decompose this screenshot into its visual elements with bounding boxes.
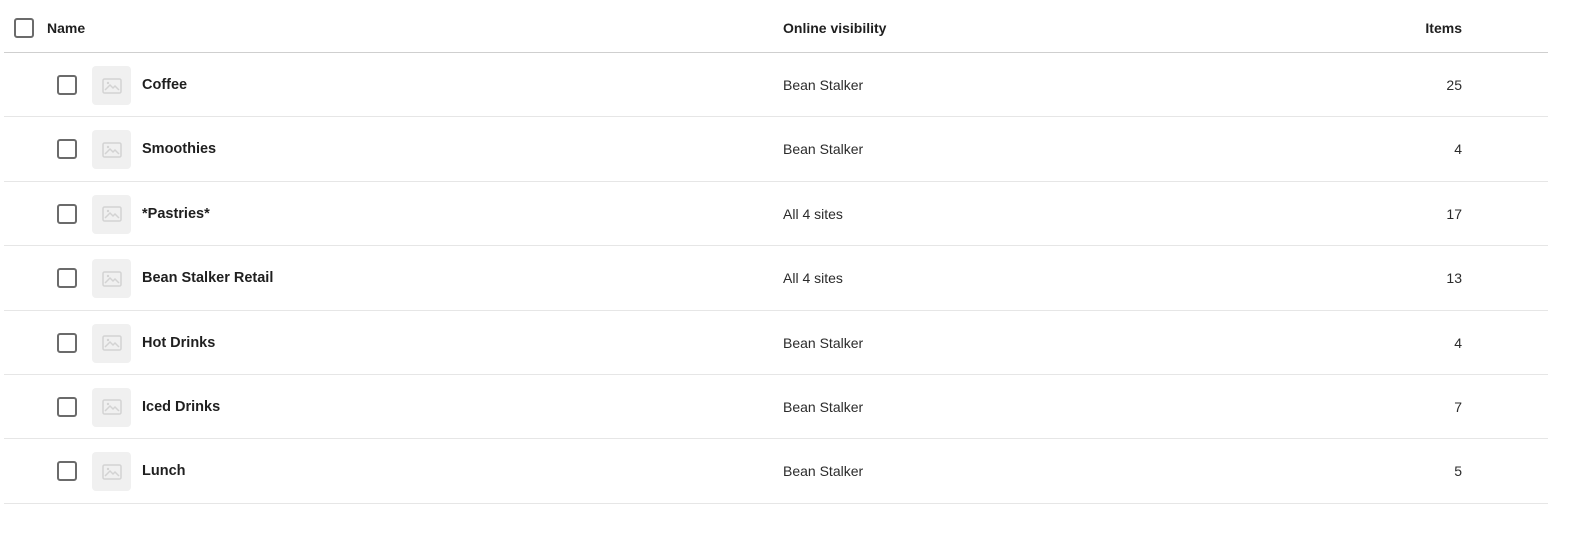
row-visibility: Bean Stalker — [783, 463, 864, 480]
table-row[interactable]: Iced Drinks Bean Stalker 7 — [4, 375, 1548, 440]
table-row[interactable]: Smoothies Bean Stalker 4 — [4, 117, 1548, 182]
image-placeholder-icon — [92, 66, 131, 105]
row-visibility: Bean Stalker — [783, 77, 864, 93]
row-visibility: All 4 sites — [783, 205, 843, 222]
row-name[interactable]: Coffee — [142, 53, 187, 117]
row-items-count: 4 — [1454, 334, 1462, 351]
row-visibility: Bean Stalker — [783, 398, 864, 415]
row-items-count: 7 — [1454, 398, 1462, 415]
row-name[interactable]: *Pastries* — [142, 182, 210, 246]
row-items-count: 13 — [1446, 270, 1462, 287]
table-row[interactable]: Lunch Bean Stalker 5 — [4, 439, 1548, 504]
column-header-online-visibility[interactable]: Online visibility — [783, 0, 886, 57]
row-name[interactable]: Lunch — [142, 439, 186, 503]
row-visibility: Bean Stalker — [783, 141, 864, 158]
select-all-checkbox[interactable] — [14, 18, 34, 38]
row-name[interactable]: Bean Stalker Retail — [142, 246, 273, 310]
categories-table: Name Online visibility Items Coffee Bean… — [4, 0, 1548, 504]
image-placeholder-icon — [92, 194, 131, 234]
row-items-count: 25 — [1446, 77, 1462, 93]
row-checkbox[interactable] — [57, 139, 77, 160]
row-name[interactable]: Smoothies — [142, 117, 216, 181]
image-placeholder-icon — [92, 323, 131, 363]
table-row[interactable]: Coffee Bean Stalker 25 — [4, 53, 1548, 118]
table-header: Name Online visibility Items — [4, 0, 1548, 53]
row-checkbox[interactable] — [57, 268, 77, 289]
row-name[interactable]: Hot Drinks — [142, 311, 215, 375]
row-name[interactable]: Iced Drinks — [142, 375, 220, 439]
row-visibility: All 4 sites — [783, 270, 843, 287]
image-placeholder-icon — [92, 387, 131, 427]
image-placeholder-icon — [92, 452, 131, 492]
row-items-count: 5 — [1454, 463, 1462, 480]
row-checkbox[interactable] — [57, 461, 77, 482]
row-checkbox[interactable] — [57, 203, 77, 224]
table-row[interactable]: Bean Stalker Retail All 4 sites 13 — [4, 246, 1548, 311]
image-placeholder-icon — [92, 130, 131, 170]
column-header-name[interactable]: Name — [47, 0, 85, 57]
row-checkbox[interactable] — [57, 396, 77, 417]
image-placeholder-icon — [92, 259, 131, 299]
column-header-items[interactable]: Items — [1425, 0, 1462, 57]
row-items-count: 4 — [1454, 141, 1462, 158]
row-visibility: Bean Stalker — [783, 334, 864, 351]
table-row[interactable]: Hot Drinks Bean Stalker 4 — [4, 311, 1548, 375]
row-checkbox[interactable] — [57, 332, 77, 353]
table-row[interactable]: *Pastries* All 4 sites 17 — [4, 182, 1548, 247]
row-checkbox[interactable] — [57, 75, 77, 95]
row-items-count: 17 — [1446, 205, 1462, 222]
